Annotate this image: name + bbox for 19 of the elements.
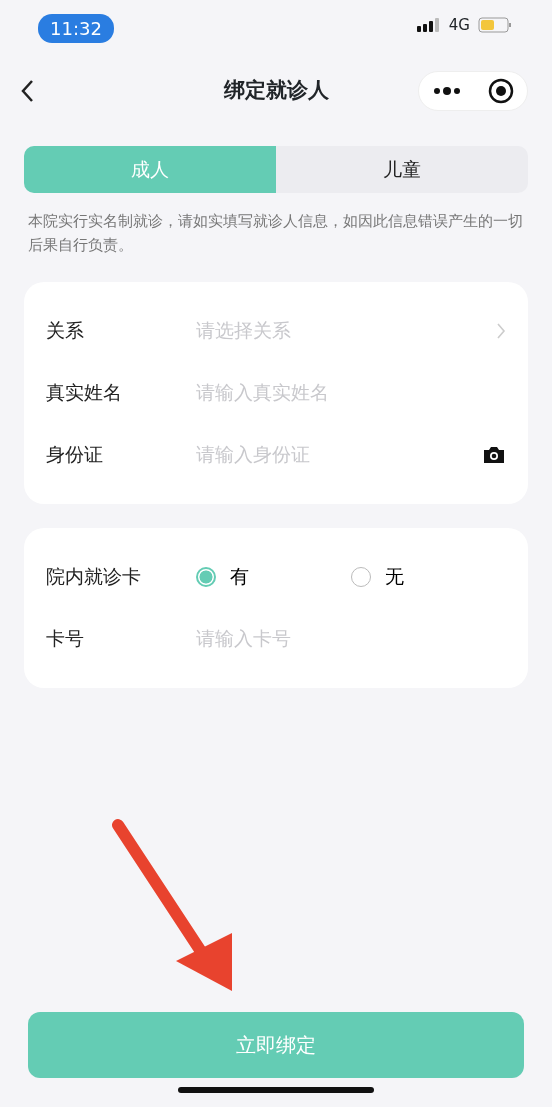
status-time: 11:32 [38,14,114,43]
field-label: 真实姓名 [46,380,123,406]
back-icon[interactable] [20,79,34,103]
radio-option[interactable]: 有 [196,562,351,591]
more-icon[interactable] [432,87,461,95]
tab[interactable]: 儿童 [276,146,528,193]
field-label: 身份证 [46,442,104,468]
field-label: 卡号 [46,626,85,652]
chevron-icon [496,321,506,340]
camera-icon[interactable] [482,444,506,465]
field-label: 关系 [46,318,85,344]
field-label: 院内就诊卡 [46,564,142,590]
notice-text: 本院实行实名制就诊，请如实填写就诊人信息，如因此信息错误产生的一切后果自行负责。 [27,211,524,257]
signal-icon [416,18,441,33]
close-icon[interactable] [487,78,514,104]
battery-icon [478,17,512,34]
page-title: 绑定就诊人 [223,78,329,103]
radio-option[interactable]: 无 [351,562,506,591]
network-label: 4G [448,15,470,36]
